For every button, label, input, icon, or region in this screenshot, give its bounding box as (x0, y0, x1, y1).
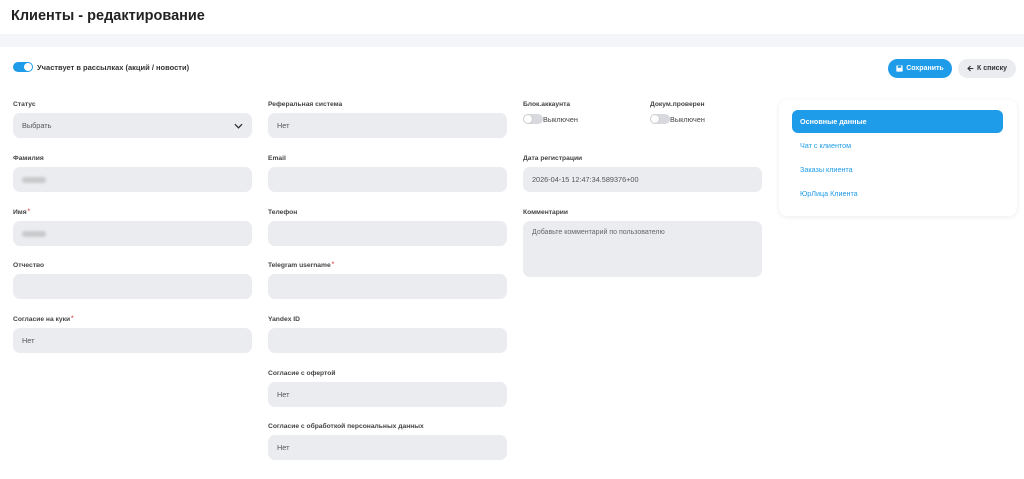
name-field[interactable] (13, 221, 252, 246)
email-field[interactable] (268, 167, 507, 192)
toggle-knob (24, 63, 32, 71)
docs-verified-state: Выключен (670, 115, 705, 124)
phone-label: Телефон (268, 209, 298, 216)
mailing-label: Участвует в рассылках (акций / новости) (37, 63, 190, 72)
cookie-consent-select[interactable]: Нет (13, 328, 252, 353)
referral-label: Реферальная система (268, 101, 343, 108)
section-nav-panel: Основные данные Чат с клиентом Заказы кл… (779, 100, 1017, 216)
name-label: Имя* (13, 209, 30, 216)
nav-client-legal-entities[interactable]: ЮрЛица Клиента (792, 182, 1003, 205)
patronymic-field[interactable] (13, 274, 252, 299)
offer-consent-label: Согласие с офертой (268, 370, 336, 377)
arrow-left-icon (967, 65, 974, 72)
header: Клиенты - редактирование (0, 0, 1024, 34)
save-button-label: Сохранить (906, 65, 944, 72)
comments-textarea[interactable]: Добавьте комментарий по пользователю (523, 221, 762, 277)
back-to-list-button[interactable]: К списку (958, 59, 1016, 78)
surname-label: Фамилия (13, 155, 44, 162)
registration-date-label: Дата регистрации (523, 155, 583, 162)
nav-client-orders[interactable]: Заказы клиента (792, 158, 1003, 181)
referral-select[interactable]: Нет (268, 113, 507, 138)
back-button-label: К списку (977, 65, 1007, 72)
yandex-id-label: Yandex ID (268, 316, 300, 323)
docs-verified-toggle[interactable] (650, 114, 670, 124)
status-select[interactable]: Выбрать (13, 113, 252, 138)
yandex-id-field[interactable] (268, 328, 507, 353)
account-block-toggle[interactable] (523, 114, 543, 124)
cookie-consent-label: Согласие на куки* (13, 316, 74, 323)
offer-consent-select[interactable]: Нет (268, 382, 507, 407)
telegram-label: Telegram username* (268, 262, 335, 269)
header-divider-band (0, 34, 1024, 47)
nav-main-data[interactable]: Основные данные (792, 110, 1003, 133)
personal-data-consent-label: Согласие с обработкой персональных данны… (268, 423, 424, 430)
mailing-toggle[interactable] (13, 62, 33, 72)
docs-verified-label: Докум.проверен (650, 101, 705, 108)
telegram-field[interactable] (268, 274, 507, 299)
registration-date-field: 2026-04-15 12:47:34.589376+00 (523, 167, 762, 192)
email-label: Email (268, 155, 286, 162)
floppy-disk-icon (896, 65, 903, 72)
surname-field[interactable] (13, 167, 252, 192)
save-button[interactable]: Сохранить (888, 59, 952, 78)
status-select-value: Выбрать (22, 121, 52, 130)
redacted-value (22, 176, 46, 183)
chevron-down-icon (234, 123, 243, 129)
redacted-value (22, 230, 46, 237)
personal-data-consent-select[interactable]: Нет (268, 435, 507, 460)
status-label: Статус (13, 101, 36, 108)
phone-field[interactable] (268, 221, 507, 246)
nav-client-chat[interactable]: Чат с клиентом (792, 134, 1003, 157)
comments-label: Комментарии (523, 209, 569, 216)
patronymic-label: Отчество (13, 262, 45, 269)
account-block-state: Выключен (543, 115, 578, 124)
toggle-knob (524, 115, 532, 123)
page-title: Клиенты - редактирование (11, 8, 205, 24)
toggle-knob (651, 115, 659, 123)
account-block-label: Блок.аккаунта (523, 101, 571, 108)
